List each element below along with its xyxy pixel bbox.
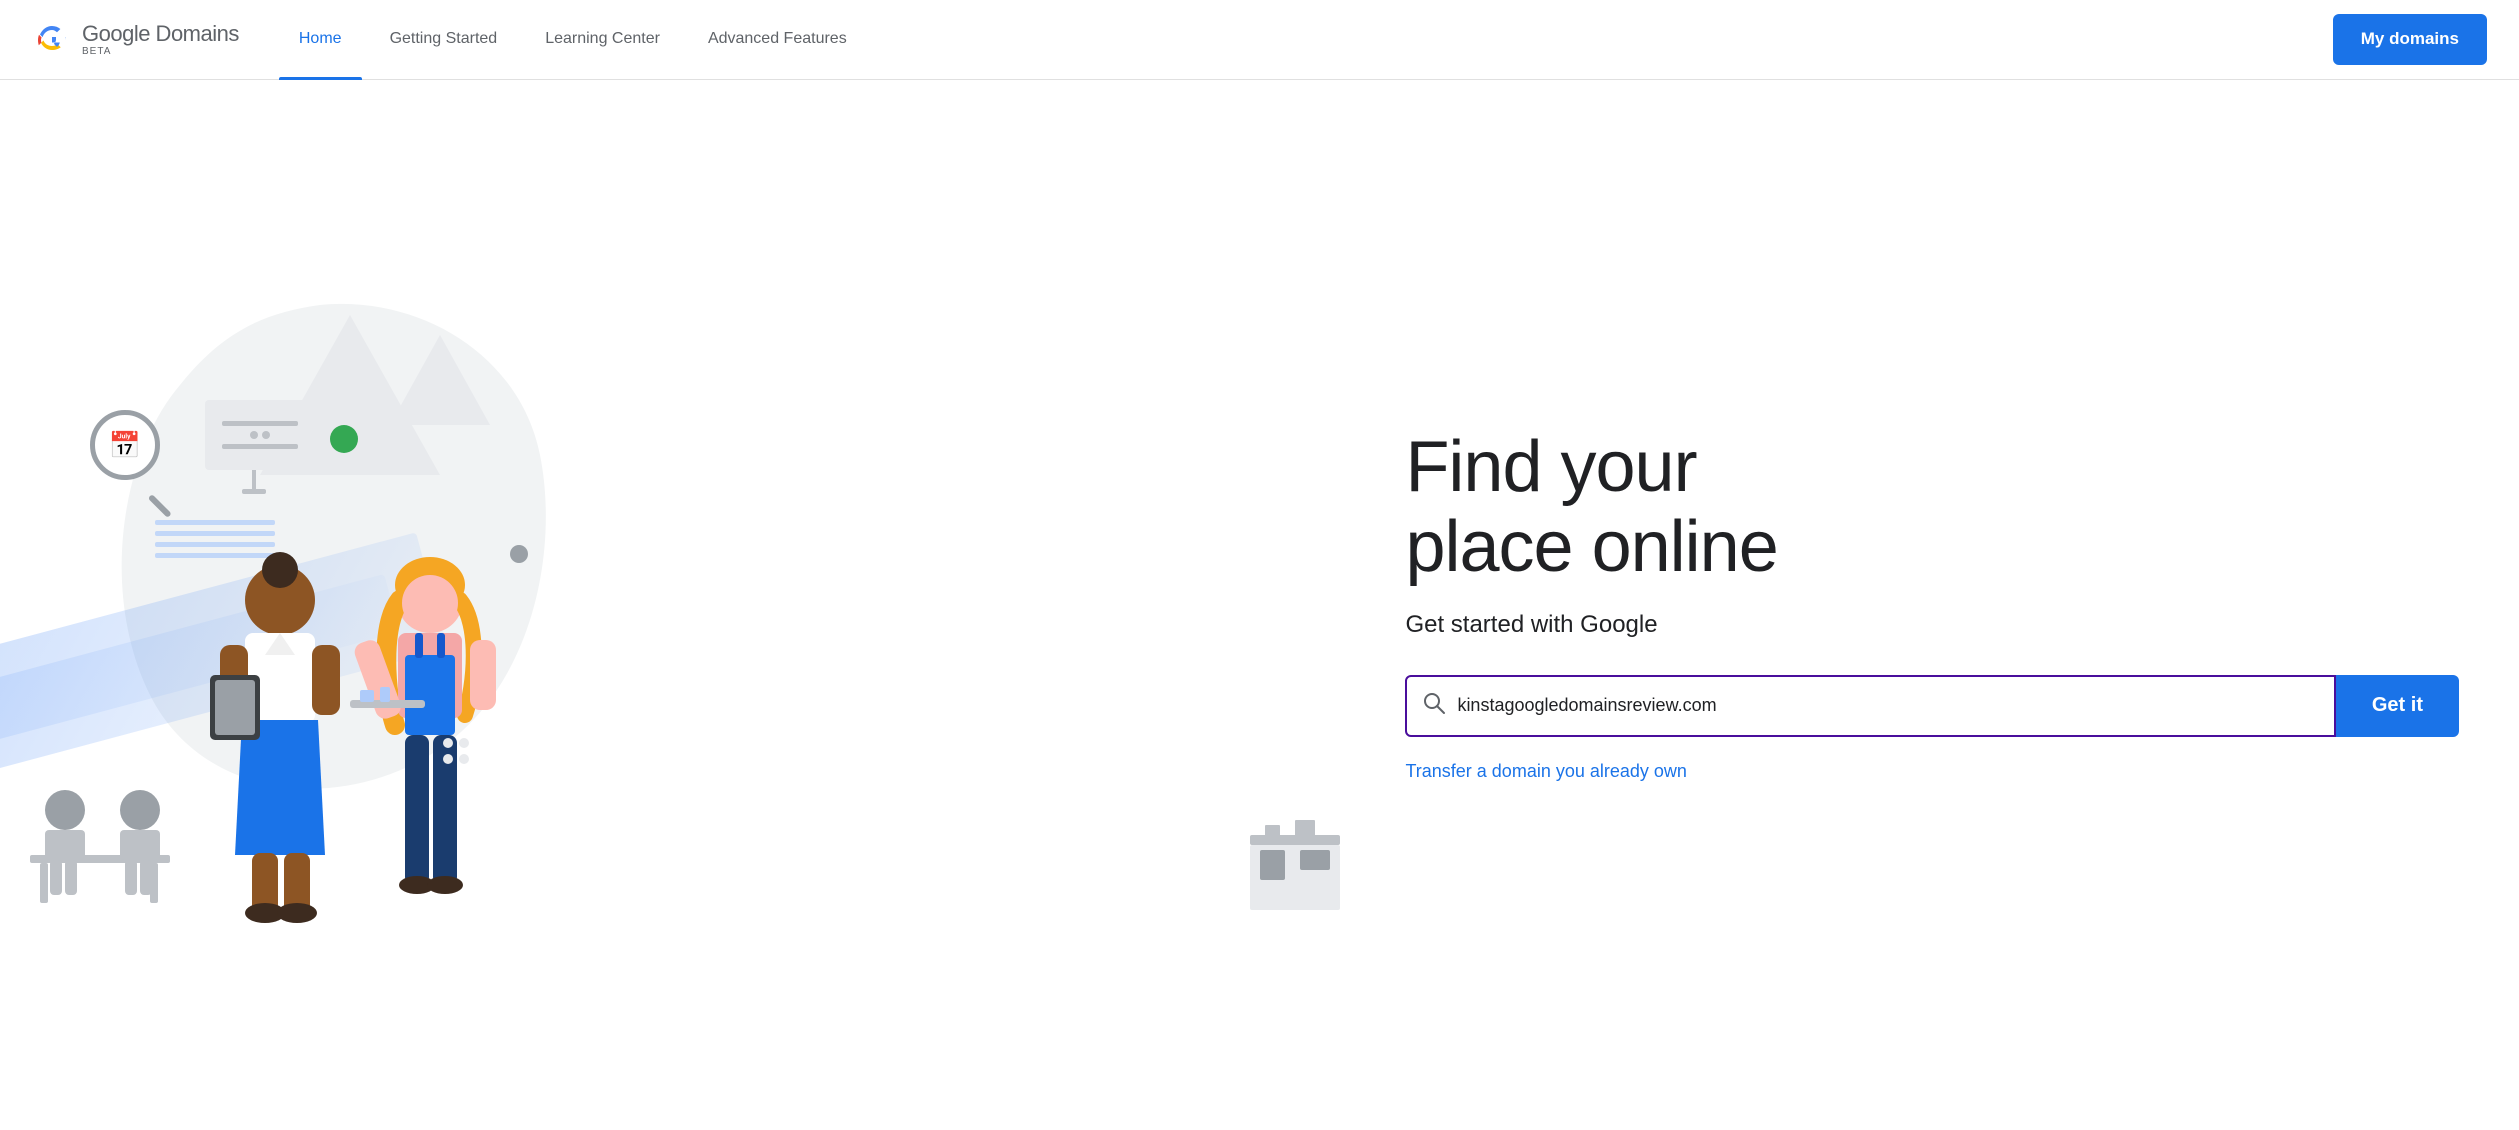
green-dot-decor	[330, 425, 358, 453]
search-icon	[1423, 692, 1445, 720]
logo-beta: BETA	[82, 47, 239, 57]
domain-search-input[interactable]	[1457, 695, 2317, 716]
monitor-line-1	[222, 421, 297, 426]
logo-area[interactable]: Google Domains BETA	[32, 20, 239, 60]
nav-advanced-features[interactable]: Advanced Features	[688, 0, 867, 80]
person1-illustration	[200, 545, 360, 925]
search-box	[1405, 675, 2335, 737]
monitor-dot-2	[262, 431, 270, 439]
monitor-dot-row	[250, 431, 270, 439]
main-nav: Home Getting Started Learning Center Adv…	[279, 0, 2333, 80]
person2-illustration	[350, 545, 510, 945]
counter-illustration	[1245, 795, 1345, 915]
main-content: 📅	[0, 80, 2519, 1130]
hline-1	[155, 520, 275, 525]
monitor-illustration	[205, 400, 315, 470]
header: Google Domains BETA Home Getting Started…	[0, 0, 2519, 80]
nav-getting-started[interactable]: Getting Started	[370, 0, 518, 80]
monitor-line-2	[222, 444, 297, 449]
hero-subtitle: Get started with Google	[1405, 611, 2459, 639]
get-it-button[interactable]: Get it	[2336, 675, 2459, 737]
seated-people-illustration	[10, 755, 190, 915]
transfer-domain-link[interactable]: Transfer a domain you already own	[1405, 761, 2459, 782]
small-dots-decor	[440, 735, 480, 775]
monitor-dot-1	[250, 431, 258, 439]
my-domains-button[interactable]: My domains	[2333, 14, 2487, 64]
calendar-icon: 📅	[109, 430, 141, 461]
hero-title: Find your place online	[1405, 428, 2459, 586]
logo-text: Google Domains	[82, 23, 239, 45]
magnifier-circle: 📅	[90, 410, 160, 480]
hline-2	[155, 531, 275, 536]
magnifier-icon: 📅	[90, 410, 180, 500]
triangle-small	[390, 335, 490, 425]
google-logo-icon	[32, 20, 72, 60]
nav-learning-center[interactable]: Learning Center	[525, 0, 680, 80]
illustration-area: 📅	[0, 255, 1385, 955]
gray-dot-decor	[510, 545, 528, 563]
search-row: Get it	[1405, 675, 2459, 737]
nav-home[interactable]: Home	[279, 0, 362, 80]
header-right: My domains	[2333, 14, 2487, 64]
monitor-stand	[252, 470, 256, 490]
right-content: Find your place online Get started with …	[1385, 388, 2519, 821]
logo-text-wrap: Google Domains BETA	[82, 23, 239, 57]
monitor-base	[242, 489, 266, 494]
